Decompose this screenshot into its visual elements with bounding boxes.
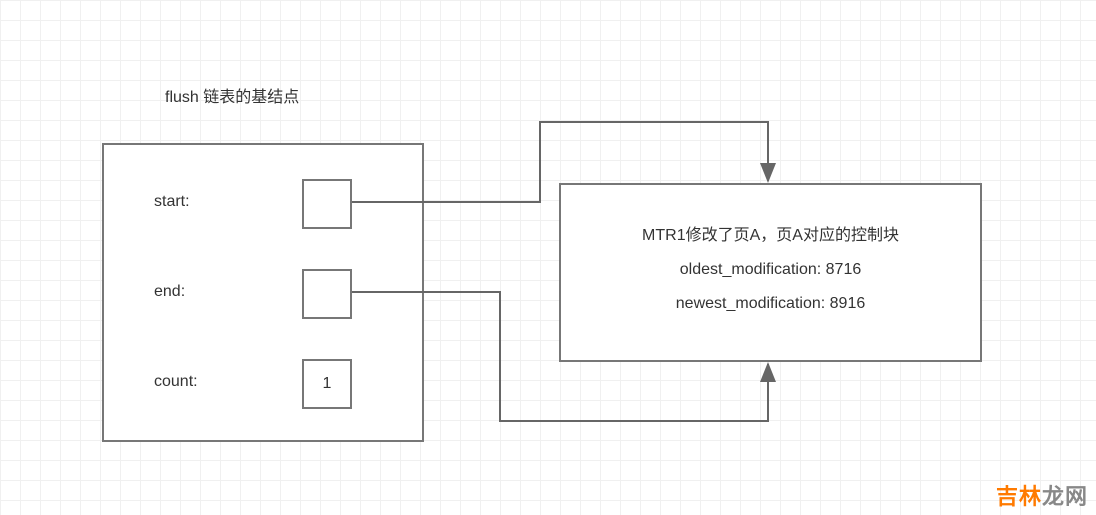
start-label: start: bbox=[154, 193, 190, 211]
newest-modification-line: newest_modification: 8916 bbox=[581, 295, 960, 313]
row-count: count: 1 bbox=[104, 359, 422, 409]
oldest-label: oldest_modification: bbox=[680, 261, 821, 278]
start-pointer-box bbox=[302, 179, 352, 229]
end-label: end: bbox=[154, 283, 185, 301]
oldest-modification-line: oldest_modification: 8716 bbox=[581, 261, 960, 279]
watermark-part2: 龙网 bbox=[1042, 484, 1088, 509]
watermark: 吉林龙网 bbox=[996, 479, 1088, 511]
row-end: end: bbox=[104, 269, 422, 319]
row-start: start: bbox=[104, 179, 422, 229]
watermark-part1: 吉林 bbox=[996, 484, 1042, 509]
count-value-box: 1 bbox=[302, 359, 352, 409]
oldest-value: 8716 bbox=[826, 261, 862, 278]
control-block-box: MTR1修改了页A，页A对应的控制块 oldest_modification: … bbox=[559, 183, 982, 362]
end-pointer-box bbox=[302, 269, 352, 319]
control-block-header: MTR1修改了页A，页A对应的控制块 bbox=[581, 221, 960, 245]
diagram-title: flush 链表的基结点 bbox=[165, 83, 299, 107]
newest-label: newest_modification: bbox=[676, 295, 825, 312]
newest-value: 8916 bbox=[830, 295, 866, 312]
count-label: count: bbox=[154, 373, 198, 391]
base-node-box: start: end: count: 1 bbox=[102, 143, 424, 442]
count-value: 1 bbox=[323, 375, 332, 393]
